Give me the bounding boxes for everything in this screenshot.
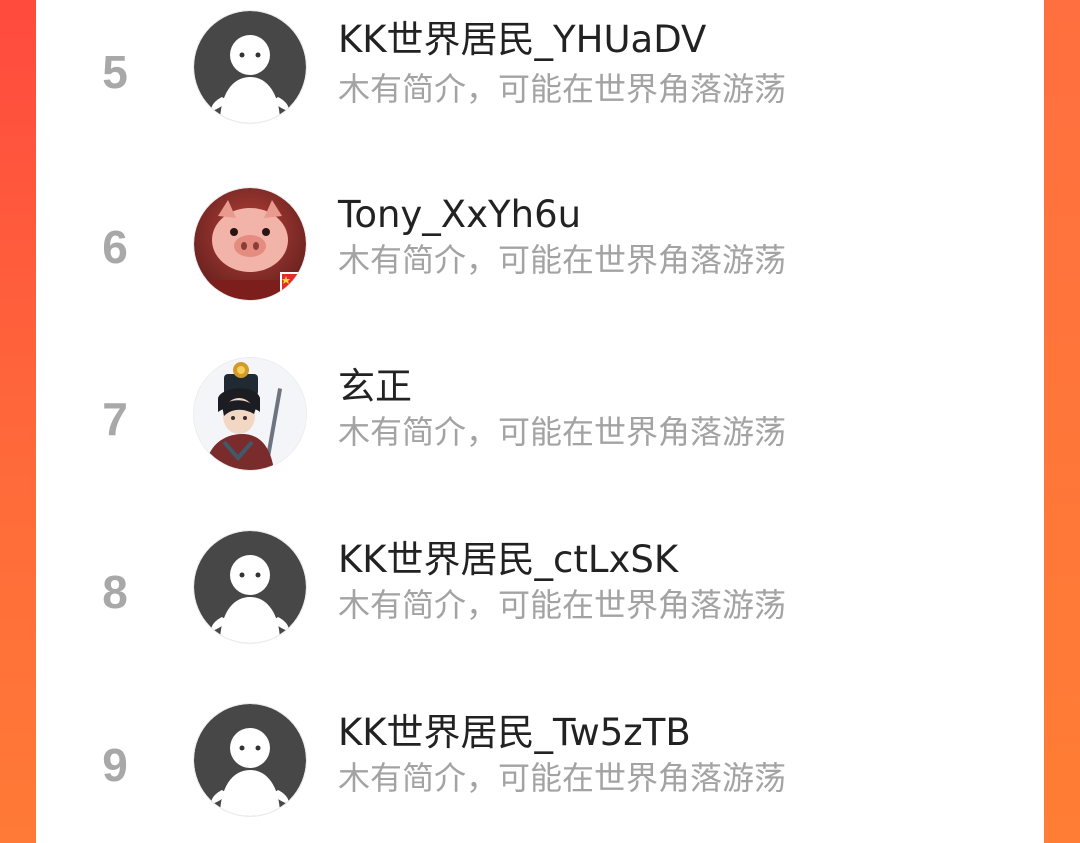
pig-avatar-icon[interactable] — [194, 188, 306, 300]
user-bio: 木有简介，可能在世界角落游荡 — [338, 241, 787, 279]
ranking-row[interactable]: 6 Tony_XxYh6u 木有简介，可能在世界角落游荡 — [36, 168, 1044, 318]
ranking-row[interactable]: 8 KK世界居民_ctLxSK 木有简介，可能在世界角落游荡 — [36, 515, 1044, 665]
user-bio: 木有简介，可能在世界角落游荡 — [338, 759, 787, 797]
ranking-row[interactable]: 7 玄正 木有简介，可能在世界角落游荡 — [36, 342, 1044, 492]
character-avatar-icon[interactable] — [194, 358, 306, 470]
rank-number: 8 — [102, 566, 128, 618]
ranking-row[interactable]: 5 KK世界居民_YHUaDV 木有简介，可能在世界角落游荡 — [36, 0, 1044, 145]
user-name[interactable]: KK世界居民_Tw5zTB — [338, 714, 691, 751]
rank-number: 7 — [102, 393, 128, 445]
rank-number: 6 — [102, 221, 128, 273]
user-bio: 木有简介，可能在世界角落游荡 — [338, 586, 787, 624]
rank-number: 9 — [102, 739, 128, 791]
ranking-row[interactable]: 9 KK世界居民_Tw5zTB 木有简介，可能在世界角落游荡 — [36, 688, 1044, 838]
rank-number: 5 — [102, 46, 128, 98]
user-name[interactable]: KK世界居民_ctLxSK — [338, 541, 678, 578]
ranking-list-panel[interactable]: 5 KK世界居民_YHUaDV 木有简介，可能在世界角落游荡 6 Tony_Xx… — [36, 0, 1044, 843]
user-name[interactable]: 玄正 — [338, 368, 412, 405]
user-name[interactable]: Tony_XxYh6u — [338, 196, 581, 233]
user-bio: 木有简介，可能在世界角落游荡 — [338, 413, 787, 451]
right-gradient-edge — [1044, 0, 1080, 843]
user-bio: 木有简介，可能在世界角落游荡 — [338, 70, 787, 108]
ranking-screen: 5 KK世界居民_YHUaDV 木有简介，可能在世界角落游荡 6 Tony_Xx… — [0, 0, 1080, 843]
default-avatar-icon[interactable] — [194, 531, 306, 643]
default-avatar-icon[interactable] — [194, 11, 306, 123]
default-avatar-icon[interactable] — [194, 704, 306, 816]
user-name[interactable]: KK世界居民_YHUaDV — [338, 21, 706, 58]
